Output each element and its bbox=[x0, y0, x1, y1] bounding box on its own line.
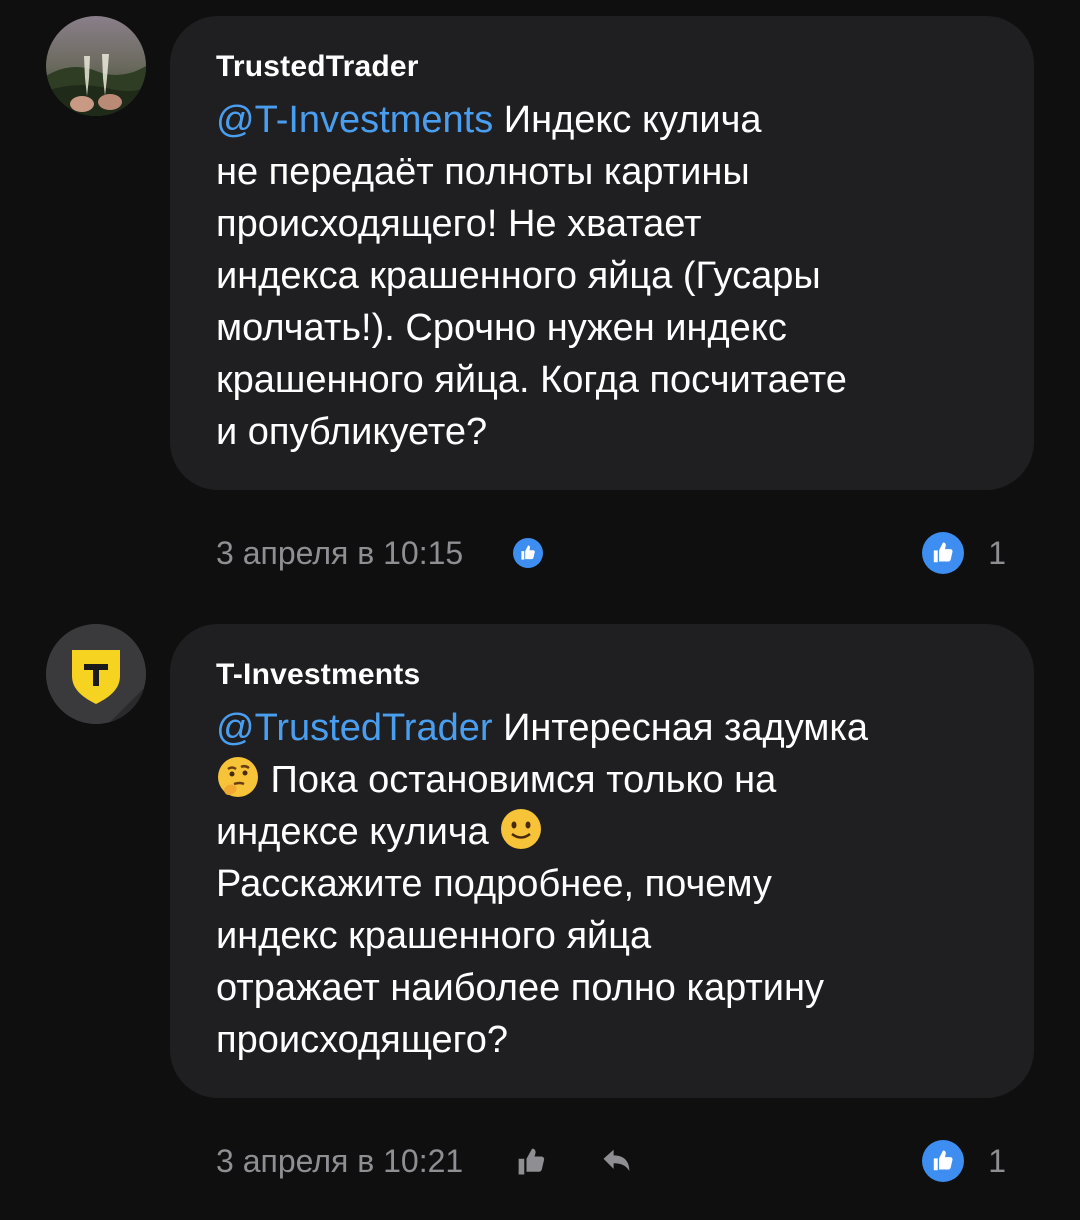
comment-line: Интересная задумка bbox=[492, 707, 869, 749]
slightly-smiling-face-emoji-icon bbox=[501, 809, 542, 849]
toast-photo-avatar-icon bbox=[46, 16, 146, 116]
t-shield-logo-icon bbox=[46, 624, 146, 724]
comment-meta: 3 апреля в 10:15 1 bbox=[216, 528, 1006, 578]
comment-line: крашенного яйца. Когда посчитаете bbox=[216, 359, 847, 401]
like-counter[interactable]: 1 bbox=[922, 532, 1006, 574]
comment-line: происходящего? bbox=[216, 1019, 508, 1061]
avatar-trustedtrader[interactable] bbox=[46, 16, 146, 116]
comment-line: отражает наиболее полно картину bbox=[216, 967, 824, 1009]
like-count: 1 bbox=[988, 534, 1006, 571]
like-counter[interactable]: 1 bbox=[922, 1140, 1006, 1182]
comment-bubble: TrustedTrader @T-Investments Индекс кули… bbox=[170, 16, 1034, 490]
comment-author[interactable]: T-Investments bbox=[216, 658, 994, 692]
thumbs-up-icon[interactable] bbox=[922, 532, 965, 574]
comment-meta: 3 апреля в 10:21 1 bbox=[216, 1136, 1006, 1186]
comment-line: и опубликуете? bbox=[216, 411, 488, 453]
timestamp: 3 апреля в 10:15 bbox=[216, 534, 464, 571]
comment-line: индекса крашенного яйца (Гусары bbox=[216, 255, 821, 297]
comment-author[interactable]: TrustedTrader bbox=[216, 50, 994, 84]
comment-line: Расскажите подробнее, почему bbox=[216, 863, 772, 905]
comment-text: @TrustedTrader Интересная задумка Пока о… bbox=[216, 702, 994, 1066]
comment-line: не передаёт полноты картины bbox=[216, 151, 750, 193]
comment-line: молчать!). Срочно нужен индекс bbox=[216, 307, 787, 349]
mention-link[interactable]: @T-Investments bbox=[216, 99, 493, 141]
comment-line: Индекс кулича bbox=[493, 99, 762, 141]
reply-arrow-icon[interactable] bbox=[599, 1143, 635, 1179]
thumbs-up-icon[interactable] bbox=[513, 1143, 549, 1179]
comment-text: @T-Investments Индекс кулича не передаёт… bbox=[216, 94, 994, 458]
timestamp: 3 апреля в 10:21 bbox=[216, 1142, 464, 1179]
thumbs-up-icon[interactable] bbox=[513, 538, 544, 568]
comments-thread: TrustedTrader @T-Investments Индекс кули… bbox=[0, 0, 1080, 1220]
thinking-face-emoji-icon bbox=[218, 757, 258, 797]
comment-bubble: T-Investments @TrustedTrader Интересная … bbox=[170, 624, 1034, 1098]
comment-line: происходящего! Не хватает bbox=[216, 203, 702, 245]
comment-line: Пока остановимся только на bbox=[260, 759, 777, 801]
comment-line: индекс крашенного яйца bbox=[216, 915, 652, 957]
comment-line: индексе кулича bbox=[216, 811, 500, 853]
mention-link[interactable]: @TrustedTrader bbox=[216, 707, 493, 749]
thumbs-up-icon[interactable] bbox=[922, 1140, 965, 1182]
like-count: 1 bbox=[988, 1142, 1006, 1179]
avatar-t-investments[interactable] bbox=[46, 624, 146, 724]
